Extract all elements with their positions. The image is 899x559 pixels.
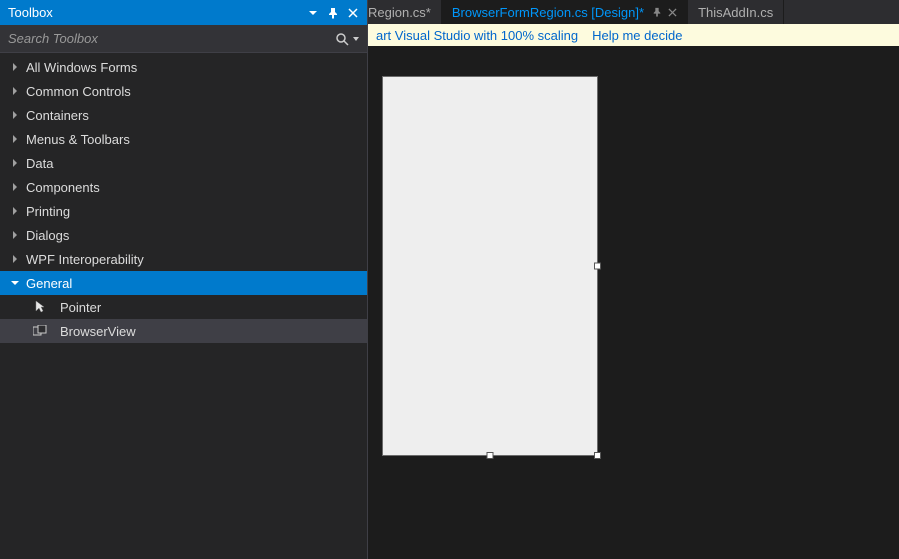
toolbox-title: Toolbox [8,5,303,20]
category-common-controls[interactable]: Common Controls [0,79,367,103]
resize-handle-south[interactable] [487,452,494,459]
category-containers[interactable]: Containers [0,103,367,127]
category-label: Menus & Toolbars [26,132,130,147]
pin-icon[interactable] [323,3,343,23]
tab-label: ThisAddIn.cs [698,5,773,20]
chevron-right-icon [8,156,22,170]
search-input[interactable] [8,31,333,46]
toolbox-tree: All Windows Forms Common Controls Contai… [0,53,367,559]
toolbox-item-browserview[interactable]: BrowserView [0,319,367,343]
category-printing[interactable]: Printing [0,199,367,223]
category-menus-toolbars[interactable]: Menus & Toolbars [0,127,367,151]
category-label: Dialogs [26,228,69,243]
toolbox-search-row [0,25,367,53]
category-label: Components [26,180,100,195]
chevron-right-icon [8,84,22,98]
search-dropdown-icon[interactable] [351,30,361,48]
toolbox-item-label: BrowserView [60,324,136,339]
category-all-windows-forms[interactable]: All Windows Forms [0,55,367,79]
form-region-canvas[interactable] [382,76,598,456]
pin-icon[interactable] [652,7,662,17]
category-label: Data [26,156,53,171]
resize-handle-east[interactable] [594,263,601,270]
category-label: All Windows Forms [26,60,137,75]
chevron-right-icon [8,180,22,194]
tab-region-cs[interactable]: Region.cs* [368,0,442,24]
scaling-infobar: art Visual Studio with 100% scaling Help… [368,24,899,46]
resize-handle-southeast[interactable] [594,452,601,459]
chevron-right-icon [8,108,22,122]
window-position-dropdown[interactable] [303,3,323,23]
close-icon[interactable] [343,3,363,23]
editor-area: Region.cs* BrowserFormRegion.cs [Design]… [368,0,899,559]
toolbox-item-pointer[interactable]: Pointer [0,295,367,319]
restart-scaling-link[interactable]: art Visual Studio with 100% scaling [376,28,578,43]
toolbox-header: Toolbox [0,0,367,25]
category-label: General [26,276,72,291]
form-designer-surface[interactable] [368,46,899,559]
category-dialogs[interactable]: Dialogs [0,223,367,247]
toolbox-item-label: Pointer [60,300,101,315]
control-icon [30,323,50,339]
category-data[interactable]: Data [0,151,367,175]
search-icon[interactable] [333,30,351,48]
tab-label: Region.cs* [368,5,431,20]
help-me-decide-link[interactable]: Help me decide [592,28,682,43]
category-label: Printing [26,204,70,219]
chevron-right-icon [8,60,22,74]
category-general[interactable]: General [0,271,367,295]
pointer-icon [30,299,50,315]
document-tabs: Region.cs* BrowserFormRegion.cs [Design]… [368,0,899,24]
chevron-down-icon [8,276,22,290]
chevron-right-icon [8,228,22,242]
category-label: WPF Interoperability [26,252,144,267]
tab-browserformregion-design[interactable]: BrowserFormRegion.cs [Design]* [442,0,688,24]
category-label: Common Controls [26,84,131,99]
chevron-right-icon [8,204,22,218]
category-wpf-interop[interactable]: WPF Interoperability [0,247,367,271]
chevron-right-icon [8,132,22,146]
category-label: Containers [26,108,89,123]
close-icon[interactable] [668,8,677,17]
tab-label: BrowserFormRegion.cs [Design]* [452,5,644,20]
toolbox-panel: Toolbox All Windows Forms [0,0,368,559]
chevron-right-icon [8,252,22,266]
tab-thisaddin-cs[interactable]: ThisAddIn.cs [688,0,784,24]
category-components[interactable]: Components [0,175,367,199]
